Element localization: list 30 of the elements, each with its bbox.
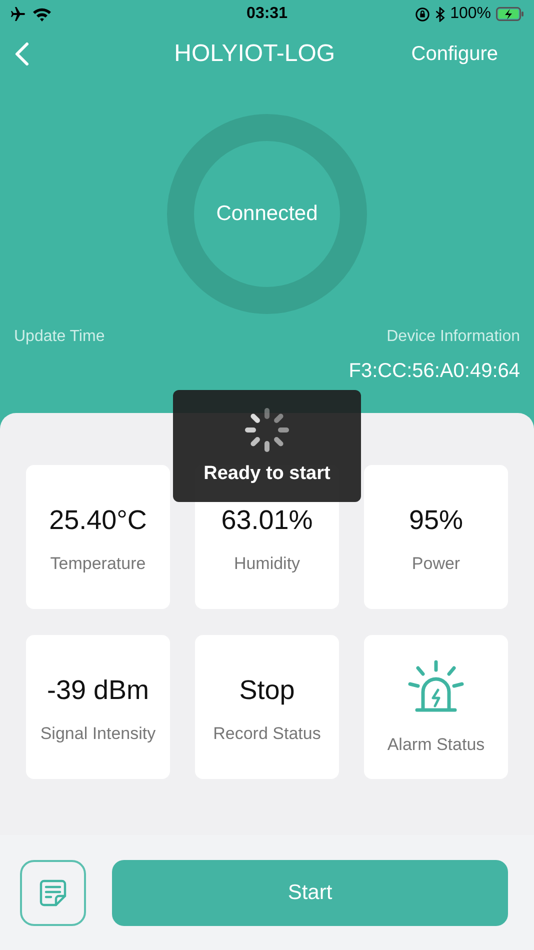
start-button[interactable]: Start bbox=[112, 860, 508, 926]
airplane-icon bbox=[10, 6, 26, 22]
wifi-icon bbox=[32, 6, 52, 22]
battery-percent: 100% bbox=[450, 5, 492, 23]
stat-label: Humidity bbox=[234, 554, 300, 574]
alarm-light-icon bbox=[408, 659, 464, 715]
page-title: HOLYIOT-LOG bbox=[173, 40, 336, 68]
battery-charging-icon bbox=[496, 7, 524, 21]
stat-value: 63.01% bbox=[221, 506, 313, 534]
update-time-label: Update Time bbox=[14, 328, 105, 346]
spinner-icon bbox=[244, 407, 290, 453]
toast-message: Ready to start bbox=[204, 463, 330, 485]
status-time: 03:31 bbox=[246, 5, 288, 23]
configure-button[interactable]: Configure bbox=[411, 42, 520, 66]
back-icon bbox=[14, 41, 30, 67]
stat-value: 95% bbox=[408, 506, 464, 534]
stat-value: -39 dBm bbox=[46, 676, 150, 704]
orientation-lock-icon bbox=[415, 6, 430, 22]
stat-label: Power bbox=[412, 554, 460, 574]
connection-status: Connected bbox=[216, 202, 318, 226]
stat-label: Signal Intensity bbox=[40, 724, 156, 744]
notes-button[interactable] bbox=[20, 860, 86, 926]
device-info-label: Device Information bbox=[386, 328, 520, 346]
stat-label: Temperature bbox=[50, 554, 146, 574]
stat-value: Stop bbox=[239, 676, 295, 704]
mac-address: F3:CC:56:A0:49:64 bbox=[348, 359, 521, 383]
bluetooth-icon bbox=[435, 6, 446, 22]
stat-label: Alarm Status bbox=[387, 735, 485, 755]
stat-value: 25.40°C bbox=[49, 506, 147, 534]
stat-label: Record Status bbox=[213, 724, 321, 744]
